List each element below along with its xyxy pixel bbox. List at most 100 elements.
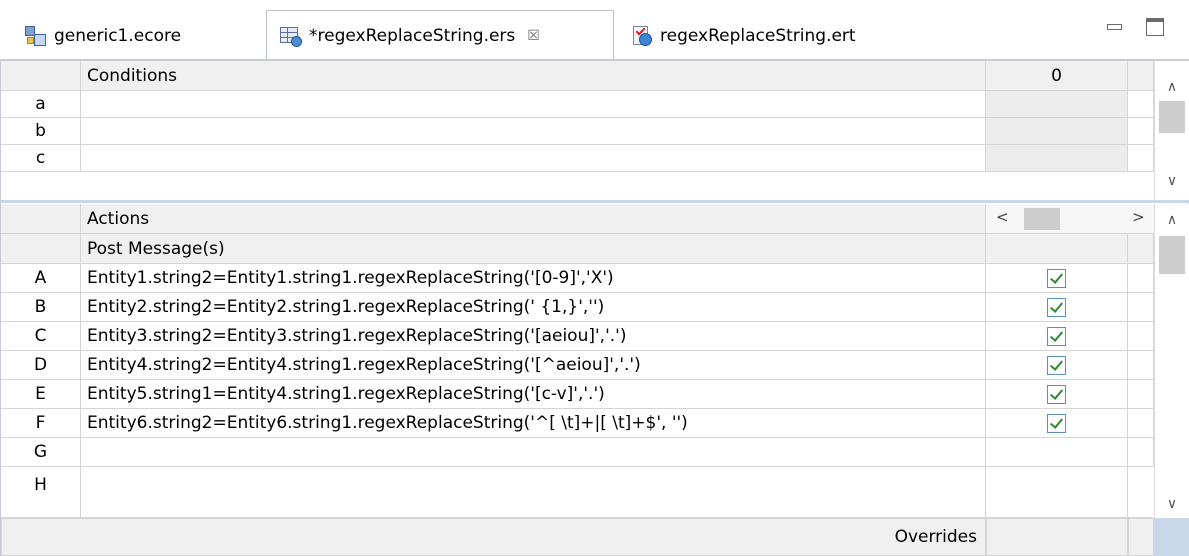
action-check-cell[interactable] xyxy=(986,438,1128,467)
action-text-cell[interactable]: Entity3.string2=Entity3.string1.regexRep… xyxy=(81,322,986,351)
row-id: E xyxy=(1,380,81,409)
row-id: G xyxy=(1,438,81,467)
action-check-cell[interactable] xyxy=(986,380,1128,409)
action-check-cell[interactable] xyxy=(986,322,1128,351)
conditions-header: Conditions xyxy=(81,61,986,91)
row-id: F xyxy=(1,409,81,438)
action-text-cell[interactable]: Entity2.string2=Entity2.string1.regexRep… xyxy=(81,293,986,322)
scrollbar-thumb[interactable] xyxy=(1024,208,1060,230)
action-text-cell[interactable] xyxy=(81,438,986,467)
overrides-row: Overrides xyxy=(1,518,1189,556)
action-row-b[interactable]: B Entity2.string2=Entity2.string1.regexR… xyxy=(1,293,1154,322)
actions-header: Actions xyxy=(81,204,986,234)
row-id-header xyxy=(1,234,81,264)
filler-cell xyxy=(1128,518,1154,556)
checkbox-checked-icon[interactable] xyxy=(1047,384,1066,404)
filler-cell xyxy=(1128,351,1154,380)
checkbox-checked-icon[interactable] xyxy=(1047,297,1066,317)
ers-file-icon xyxy=(279,24,303,48)
action-row-c[interactable]: C Entity3.string2=Entity3.string1.regexR… xyxy=(1,322,1154,351)
tab-label: *regexReplaceString.ers xyxy=(309,26,516,46)
filler-cell xyxy=(1128,322,1154,351)
row-id: C xyxy=(1,322,81,351)
action-text-cell[interactable]: Entity4.string2=Entity4.string1.regexRep… xyxy=(81,351,986,380)
action-check-cell[interactable] xyxy=(986,351,1128,380)
scrollbar-thumb[interactable] xyxy=(1159,236,1185,274)
action-row-d[interactable]: D Entity4.string2=Entity4.string1.regexR… xyxy=(1,351,1154,380)
action-row-h-partial[interactable]: H xyxy=(1,467,1153,518)
filler-cell xyxy=(1128,380,1154,409)
filler-cell xyxy=(1128,118,1154,145)
scroll-up-icon[interactable]: ∧ xyxy=(1155,210,1189,230)
action-text-cell[interactable]: Entity6.string2=Entity6.string1.regexRep… xyxy=(81,409,986,438)
editor-tab-bar: generic1.ecore *regexReplaceString.ers ☒… xyxy=(0,0,1189,61)
condition-value-cell[interactable] xyxy=(986,118,1128,145)
action-row-a[interactable]: A Entity1.string2=Entity1.string1.regexR… xyxy=(1,264,1154,293)
action-text-cell[interactable]: Entity1.string2=Entity1.string1.regexRep… xyxy=(81,264,986,293)
scrollbar-thumb[interactable] xyxy=(1159,101,1185,133)
action-text-cell[interactable]: Entity5.string1=Entity4.string1.regexRep… xyxy=(81,380,986,409)
checkbox-checked-icon[interactable] xyxy=(1047,268,1066,288)
filler-cell xyxy=(1128,234,1154,264)
condition-text-cell[interactable] xyxy=(81,91,986,118)
columns-horizontal-scrollbar[interactable]: < > xyxy=(986,204,1154,234)
checkbox-checked-icon[interactable] xyxy=(1047,355,1066,375)
ert-file-icon xyxy=(630,24,654,48)
actions-vertical-scrollbar[interactable]: ∧ ∨ xyxy=(1154,204,1189,518)
condition-value-cell[interactable] xyxy=(986,145,1128,172)
tab-regexreplacestring-ers[interactable]: *regexReplaceString.ers ☒ xyxy=(266,10,614,61)
filler-cell xyxy=(1128,438,1154,467)
scroll-down-icon[interactable]: ∨ xyxy=(1155,494,1189,514)
filler-cell xyxy=(1128,293,1154,322)
tab-regexreplacestring-ert[interactable]: regexReplaceString.ert xyxy=(618,12,918,60)
action-text-cell[interactable] xyxy=(81,467,986,518)
close-icon[interactable]: ☒ xyxy=(527,28,540,44)
ecore-file-icon xyxy=(24,24,48,48)
filler-cell xyxy=(1128,467,1153,518)
row-id: c xyxy=(1,145,81,172)
filler-cell xyxy=(1128,145,1154,172)
overrides-label: Overrides xyxy=(1,518,986,556)
row-id: b xyxy=(1,118,81,145)
condition-row-a[interactable]: a xyxy=(1,91,1154,118)
row-id-header xyxy=(1,61,81,91)
condition-row-c[interactable]: c xyxy=(1,145,1154,172)
tab-label: regexReplaceString.ert xyxy=(660,26,856,46)
scroll-right-icon[interactable]: > xyxy=(1132,208,1145,226)
row-id: H xyxy=(1,467,81,518)
section-divider[interactable] xyxy=(1,200,1189,203)
row-id: D xyxy=(1,351,81,380)
conditions-header-row: Conditions 0 xyxy=(1,61,1154,91)
overrides-cell[interactable] xyxy=(986,518,1128,556)
scroll-up-icon[interactable]: ∧ xyxy=(1155,77,1189,97)
filler-cell xyxy=(1128,409,1154,438)
action-check-cell[interactable] xyxy=(986,409,1128,438)
minimize-icon[interactable] xyxy=(1105,18,1123,36)
corner-cell xyxy=(1154,518,1189,556)
condition-value-cell[interactable] xyxy=(986,91,1128,118)
action-row-e[interactable]: E Entity5.string1=Entity4.string1.regexR… xyxy=(1,380,1154,409)
row-id: B xyxy=(1,293,81,322)
tab-generic1-ecore[interactable]: generic1.ecore xyxy=(12,12,262,60)
post-messages-header: Post Message(s) xyxy=(81,234,986,264)
checkbox-checked-icon[interactable] xyxy=(1047,413,1066,433)
scroll-down-icon[interactable]: ∨ xyxy=(1155,171,1189,191)
condition-row-b[interactable]: b xyxy=(1,118,1154,145)
row-id: A xyxy=(1,264,81,293)
filler-cell xyxy=(1128,264,1154,293)
checkbox-checked-icon[interactable] xyxy=(1047,326,1066,346)
row-id: a xyxy=(1,91,81,118)
action-check-cell[interactable] xyxy=(986,467,1128,518)
action-check-cell[interactable] xyxy=(986,293,1128,322)
post-messages-row: Post Message(s) xyxy=(1,234,1154,264)
condition-text-cell[interactable] xyxy=(81,118,986,145)
condition-text-cell[interactable] xyxy=(81,145,986,172)
column-header-0[interactable]: 0 xyxy=(986,61,1128,91)
maximize-icon[interactable] xyxy=(1146,18,1164,36)
action-row-g[interactable]: G xyxy=(1,438,1154,467)
action-row-f[interactable]: F Entity6.string2=Entity6.string1.regexR… xyxy=(1,409,1154,438)
conditions-vertical-scrollbar[interactable]: ∧ ∨ xyxy=(1154,61,1189,200)
row-id-text: H xyxy=(34,475,47,495)
action-check-cell[interactable] xyxy=(986,264,1128,293)
scroll-left-icon[interactable]: < xyxy=(996,208,1009,226)
